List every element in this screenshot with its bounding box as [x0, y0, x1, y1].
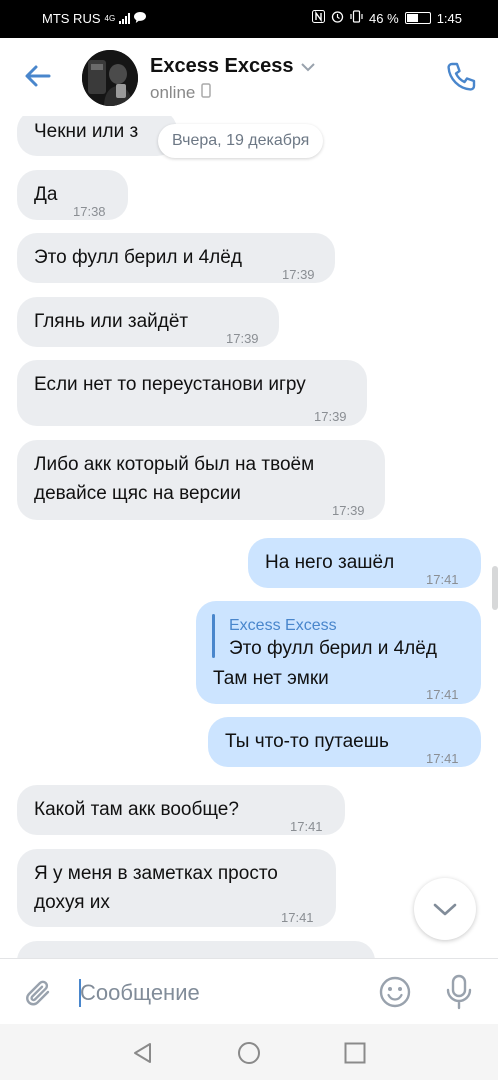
clock: 1:45 [436, 10, 462, 26]
smiley-icon[interactable] [378, 975, 412, 1009]
chat-notification-icon [134, 11, 147, 26]
chat-header: Excess Excess online [0, 38, 498, 116]
message-incoming[interactable]: Какой там акк вообще? 17:41 [17, 785, 345, 835]
network-type-label: 4G [104, 14, 116, 23]
message-time: 17:41 [281, 910, 314, 925]
message-incoming[interactable]: Это фулл берил и 4лёд 17:39 [17, 233, 335, 283]
message-text: Если нет то переустанови игру [34, 374, 306, 395]
phone-icon[interactable] [444, 60, 478, 94]
system-navigation-bar [0, 1024, 498, 1080]
message-time: 17:39 [226, 331, 259, 346]
carrier-label: MTS RUS [42, 11, 101, 26]
message-text: Какой там акк вообще? [34, 799, 239, 820]
message-incoming[interactable]: Чекни или з [17, 116, 177, 156]
message-time: 17:39 [282, 267, 315, 282]
message-time: 17:39 [332, 503, 365, 518]
message-text-line: дохуя их [34, 892, 110, 913]
message-list[interactable]: Чекни или з Вчера, 19 декабря Да 17:38 Э… [0, 116, 498, 958]
message-input[interactable] [76, 973, 356, 1013]
text-caret [79, 979, 81, 1007]
message-text: Там нет эмки [213, 668, 329, 689]
message-text: Да [34, 184, 58, 205]
vibrate-icon [350, 10, 363, 26]
message-text: Глянь или зайдёт [34, 311, 189, 332]
message-incoming-partial[interactable] [17, 941, 375, 958]
avatar[interactable] [82, 50, 138, 106]
contact-status: online [150, 83, 212, 103]
message-text: На него зашёл [265, 552, 395, 573]
battery-icon [404, 12, 431, 24]
message-time: 17:41 [426, 687, 459, 702]
message-time: 17:41 [426, 751, 459, 766]
message-outgoing[interactable]: Ты что-то путаешь 17:41 [208, 717, 481, 767]
message-outgoing[interactable]: На него зашёл 17:41 [248, 538, 481, 588]
arrow-left-icon[interactable] [22, 60, 54, 92]
message-text: Ты что-то путаешь [225, 731, 389, 752]
reply-quote-bar [212, 614, 215, 658]
message-incoming[interactable]: Либо акк который был на твоём девайсе щя… [17, 440, 385, 520]
alarm-icon [331, 10, 344, 26]
nav-home-icon[interactable] [236, 1040, 262, 1066]
message-text-line: Либо акк который был на твоём [34, 454, 315, 475]
scroll-down-button[interactable] [414, 878, 476, 940]
message-text-line: девайсе щяс на версии [34, 483, 241, 504]
message-incoming[interactable]: Да 17:38 [17, 170, 128, 220]
message-time: 17:41 [290, 819, 323, 834]
microphone-icon[interactable] [442, 973, 476, 1011]
status-bar: MTS RUS 4G 46 % 1:45 [0, 0, 498, 38]
status-text: online [150, 83, 196, 102]
message-text: Чекни или з [34, 121, 139, 142]
nav-back-icon[interactable] [130, 1040, 156, 1066]
nav-recents-icon[interactable] [342, 1040, 368, 1066]
message-composer [0, 958, 498, 1024]
signal-icon [119, 13, 131, 24]
message-time: 17:39 [314, 409, 347, 424]
paperclip-icon[interactable] [22, 977, 54, 1009]
chevron-down-icon [433, 903, 457, 916]
chevron-down-icon [301, 55, 316, 78]
message-incoming[interactable]: Глянь или зайдёт 17:39 [17, 297, 279, 347]
message-incoming[interactable]: Если нет то переустанови игру 17:39 [17, 360, 367, 426]
message-text: Это фулл берил и 4лёд [34, 247, 242, 268]
date-separator: Вчера, 19 декабря [158, 124, 324, 158]
message-outgoing-reply[interactable]: Excess Excess Это фулл берил и 4лёд Там … [196, 601, 481, 704]
battery-percent: 46 % [369, 10, 399, 26]
contact-name[interactable]: Excess Excess [150, 55, 316, 78]
scrollbar[interactable] [492, 566, 498, 610]
mobile-device-icon [201, 83, 212, 103]
reply-text: Это фулл берил и 4лёд [229, 638, 437, 659]
message-incoming[interactable]: Я у меня в заметках просто дохуя их 17:4… [17, 849, 336, 927]
message-time: 17:41 [426, 572, 459, 587]
nfc-icon [312, 10, 326, 26]
contact-name-text: Excess Excess [150, 55, 294, 77]
message-time: 17:38 [73, 204, 106, 219]
message-text-line: Я у меня в заметках просто [34, 863, 278, 884]
